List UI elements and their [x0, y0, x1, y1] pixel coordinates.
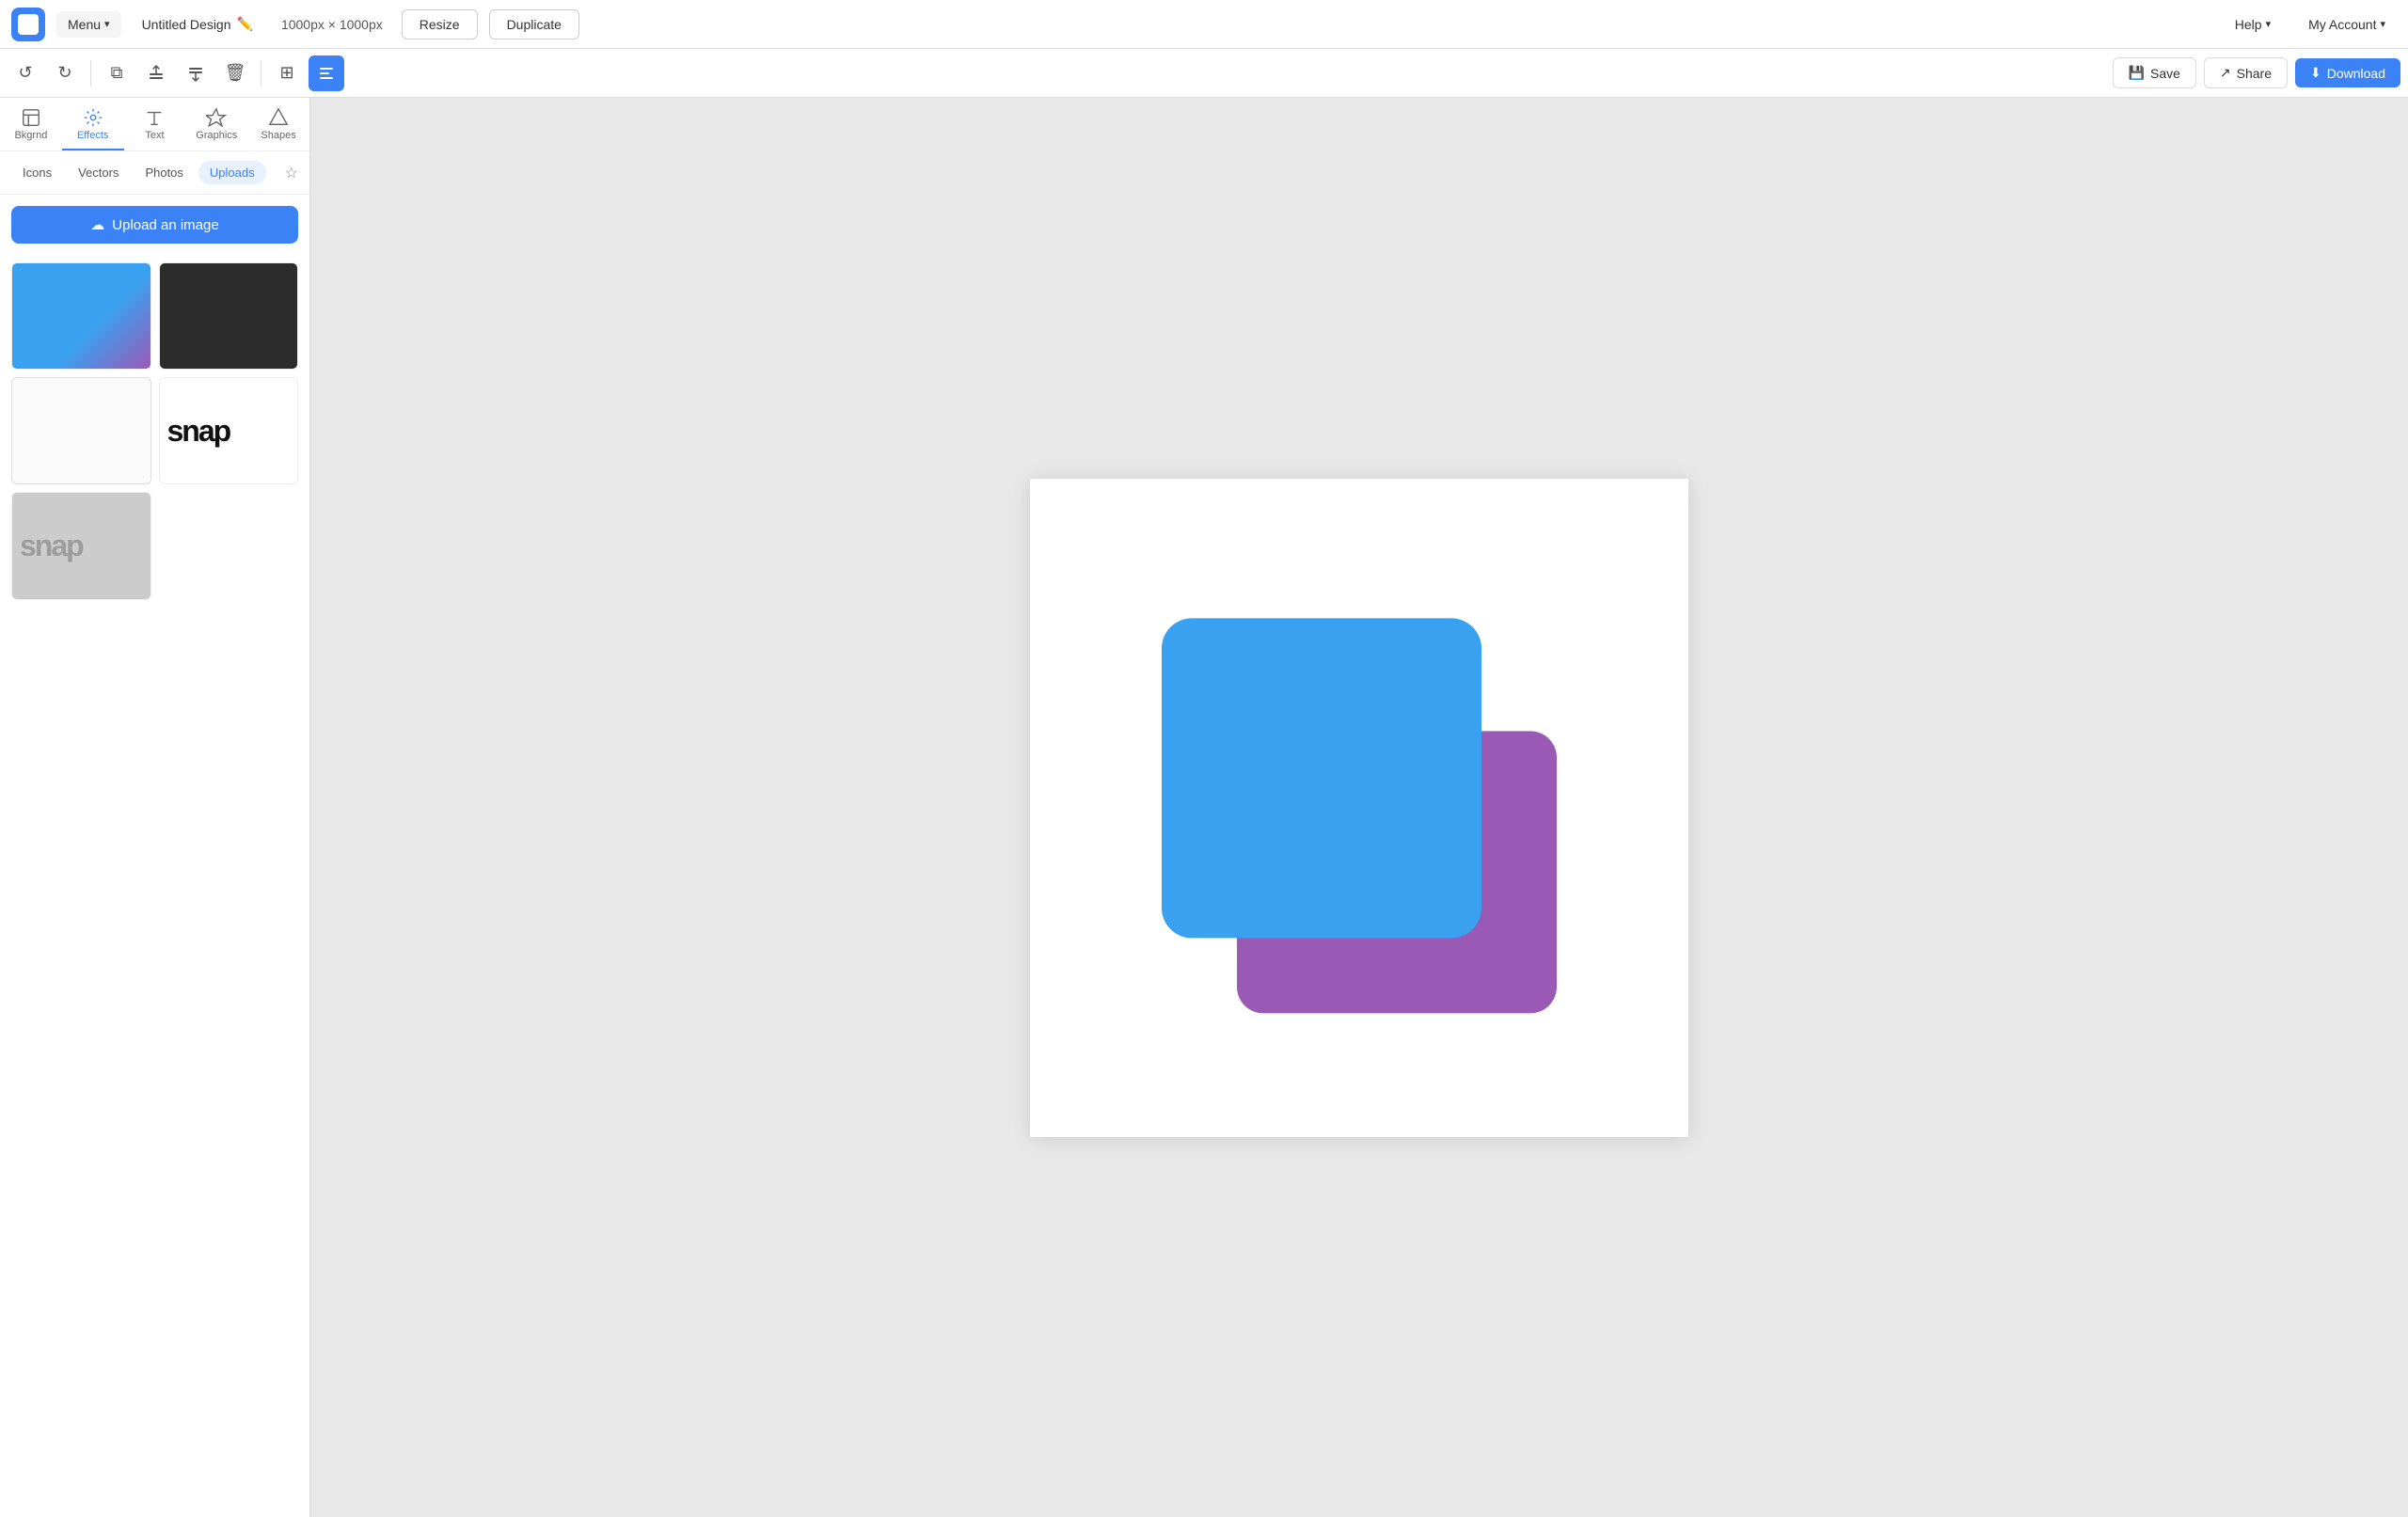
sidebar-item-graphics[interactable]: Graphics — [185, 98, 247, 150]
layer-down-button[interactable] — [138, 55, 174, 91]
menu-chevron-icon: ▾ — [104, 18, 110, 30]
canvas-dimensions: 1000px × 1000px — [274, 17, 390, 32]
canvas-area[interactable] — [310, 98, 2408, 1517]
toolbar-divider-1 — [90, 60, 91, 87]
grid-view-button[interactable]: ⊞ — [269, 55, 305, 91]
menu-button[interactable]: Menu ▾ — [56, 11, 121, 38]
download-button[interactable]: ⬇ Download — [2295, 58, 2400, 87]
snap-text-black: snap — [167, 414, 230, 449]
copy-button[interactable]: ⧉ — [99, 55, 135, 91]
app-logo — [11, 8, 45, 41]
title-button[interactable]: Untitled Design ✏️ — [133, 10, 262, 38]
resize-button[interactable]: Resize — [402, 9, 478, 40]
sidebar-item-shapes[interactable]: Shapes — [247, 98, 309, 150]
top-right-actions: Help ▾ My Account ▾ — [2224, 11, 2397, 38]
account-chevron-icon: ▾ — [2380, 18, 2385, 30]
save-label: Save — [2150, 66, 2180, 81]
upload-cloud-icon: ☁ — [90, 216, 104, 233]
sidebar-item-text[interactable]: Text — [124, 98, 186, 150]
delete-button[interactable]: 🗑 — [217, 55, 253, 91]
sidebar-item-shapes-label: Shapes — [261, 130, 295, 141]
sidebar-item-graphics-label: Graphics — [196, 130, 237, 141]
account-label: My Account — [2308, 17, 2376, 32]
thumbnail-5[interactable]: snap — [11, 492, 151, 599]
top-bar: Menu ▾ Untitled Design ✏️ 1000px × 1000p… — [0, 0, 2408, 49]
help-label: Help — [2235, 17, 2262, 32]
tab-icons[interactable]: Icons — [11, 161, 63, 184]
duplicate-button[interactable]: Duplicate — [489, 9, 579, 40]
sub-tabs: Icons Vectors Photos Uploads ☆ — [0, 151, 309, 195]
upload-section: ☁ Upload an image — [0, 195, 309, 255]
save-icon: 💾 — [2129, 65, 2145, 81]
align-button[interactable] — [309, 55, 344, 91]
share-button[interactable]: ↗ Share — [2204, 57, 2288, 88]
help-button[interactable]: Help ▾ — [2224, 11, 2282, 38]
download-icon: ⬇ — [2310, 65, 2321, 81]
upload-image-button[interactable]: ☁ Upload an image — [11, 206, 298, 244]
share-icon: ↗ — [2220, 65, 2231, 81]
menu-label: Menu — [68, 17, 101, 32]
canvas-frame — [1030, 479, 1688, 1137]
sidebar-item-text-label: Text — [145, 130, 164, 141]
redo-button[interactable]: ↻ — [47, 55, 83, 91]
thumbnail-3[interactable] — [11, 377, 151, 484]
toolbar: ↺ ↻ ⧉ 🗑 ⊞ 💾 Save ↗ Share ⬇ Download — [0, 49, 2408, 98]
share-label: Share — [2237, 66, 2272, 81]
favorites-icon[interactable]: ☆ — [285, 164, 298, 182]
undo-button[interactable]: ↺ — [8, 55, 43, 91]
main-layout: Bkgrnd Effects Text Graphics Shapes Icon… — [0, 98, 2408, 1517]
sidebar-item-effects-label: Effects — [77, 130, 108, 141]
help-chevron-icon: ▾ — [2266, 18, 2272, 30]
thumbnail-4[interactable]: snap — [159, 377, 299, 484]
left-panel: Bkgrnd Effects Text Graphics Shapes Icon… — [0, 98, 310, 1517]
account-button[interactable]: My Account ▾ — [2297, 11, 2397, 38]
blue-rectangle[interactable] — [1162, 618, 1481, 938]
save-button[interactable]: 💾 Save — [2113, 57, 2196, 88]
download-label: Download — [2327, 66, 2385, 81]
toolbar-right-actions: 💾 Save ↗ Share ⬇ Download — [2113, 57, 2400, 88]
thumbnail-2[interactable] — [159, 262, 299, 370]
design-content[interactable] — [1162, 618, 1557, 1013]
design-title: Untitled Design — [142, 17, 231, 32]
tab-photos[interactable]: Photos — [134, 161, 194, 184]
upload-label: Upload an image — [112, 217, 218, 233]
snap-text-gray: snap — [20, 529, 83, 563]
sidebar-item-bkgrnd-label: Bkgrnd — [14, 130, 47, 141]
tab-vectors[interactable]: Vectors — [67, 161, 130, 184]
layer-up-button[interactable] — [178, 55, 214, 91]
edit-title-icon: ✏️ — [237, 16, 253, 32]
sidebar-item-bkgrnd[interactable]: Bkgrnd — [0, 98, 62, 150]
sidebar-item-effects[interactable]: Effects — [62, 98, 124, 150]
tab-uploads[interactable]: Uploads — [198, 161, 266, 184]
side-nav: Bkgrnd Effects Text Graphics Shapes — [0, 98, 309, 151]
thumbnail-1[interactable] — [11, 262, 151, 370]
image-grid: snap snap — [0, 255, 309, 608]
